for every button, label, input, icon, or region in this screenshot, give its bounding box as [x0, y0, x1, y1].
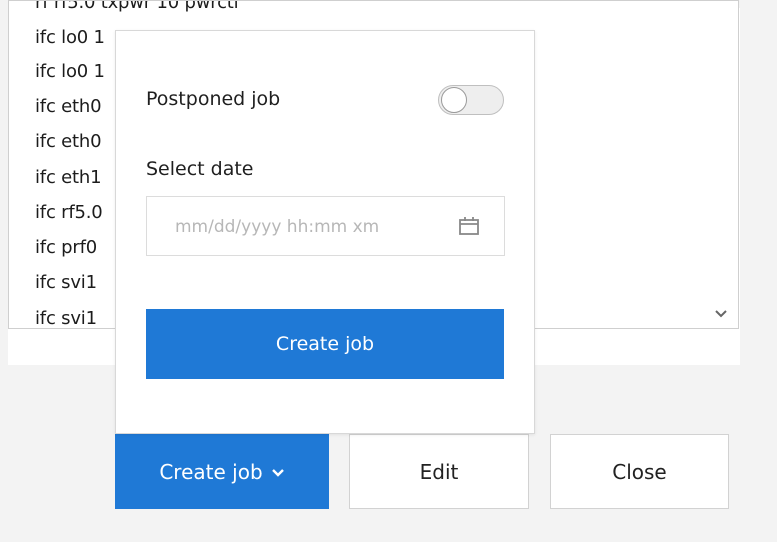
create-job-button[interactable]: Create job [146, 309, 504, 379]
list-item: ifc prf0 [35, 237, 97, 258]
left-backdrop [0, 0, 8, 365]
list-item: ifc eth0 [35, 131, 102, 152]
scroll-down-button[interactable] [708, 301, 734, 327]
date-field[interactable] [146, 196, 505, 256]
calendar-icon[interactable] [458, 215, 480, 237]
edit-button[interactable]: Edit [349, 434, 529, 509]
toggle-knob [441, 87, 467, 113]
list-item: ifc lo0 1 [35, 27, 105, 48]
list-item: ifc svi1 [35, 308, 97, 329]
list-item: ifc rf5.0 [35, 202, 103, 223]
list-item: ifc lo0 1 [35, 61, 105, 82]
list-item: rf rf5.0 txpwr 10 pwrctl [35, 0, 239, 13]
create-job-dropdown-button[interactable]: Create job [115, 434, 329, 509]
list-item: ifc eth0 [35, 96, 102, 117]
list-item: ifc eth1 [35, 167, 102, 188]
create-job-popup: Postponed job Select date Create job [115, 30, 535, 434]
chevron-down-icon [715, 310, 727, 318]
chevron-down-icon [271, 468, 284, 477]
right-backdrop [740, 0, 777, 365]
create-job-dropdown-label: Create job [159, 459, 263, 484]
select-date-label: Select date [146, 158, 254, 180]
postponed-job-toggle[interactable] [438, 85, 504, 115]
postponed-job-label: Postponed job [146, 88, 281, 110]
close-button[interactable]: Close [550, 434, 729, 509]
list-item: ifc svi1 [35, 272, 97, 293]
date-input[interactable] [173, 212, 439, 242]
